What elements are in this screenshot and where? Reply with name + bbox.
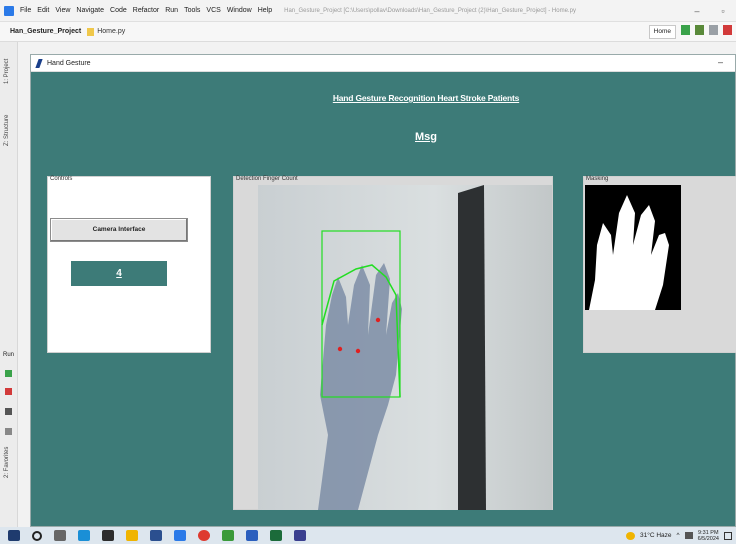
app-icon[interactable] — [270, 530, 282, 541]
pin-icon[interactable] — [5, 428, 12, 435]
clock[interactable]: 9:31 PM 6/5/2024 — [698, 530, 719, 542]
weather-icon — [626, 531, 635, 540]
windows-start-icon[interactable] — [8, 530, 20, 541]
stop-icon[interactable] — [5, 388, 12, 395]
window-minimize-button[interactable]: – — [718, 57, 723, 67]
breadcrumb-file[interactable]: Home.py — [97, 28, 125, 35]
stop-icon[interactable] — [723, 25, 732, 35]
ide-navbar: Han_Gesture_Project Home.py Home — [0, 22, 736, 42]
project-path: Han_Gesture_Project [C:\Users\pollav\Dow… — [284, 7, 576, 14]
menu-file[interactable]: File — [20, 7, 31, 14]
chevron-up-icon[interactable]: ^ — [677, 532, 680, 539]
file-explorer-icon[interactable] — [126, 530, 138, 541]
message-label: Msg — [415, 131, 437, 143]
chrome-icon[interactable] — [198, 530, 210, 541]
rerun-icon[interactable] — [5, 370, 12, 377]
debug-icon[interactable] — [695, 25, 704, 35]
camera-feed — [258, 185, 552, 510]
favorites-tab[interactable]: 2: Favorites — [4, 447, 10, 478]
detection-panel: Detection Finger Count — [233, 176, 553, 510]
run-config-select[interactable]: Home — [648, 25, 676, 39]
menu-edit[interactable]: Edit — [37, 7, 49, 14]
window-title: Hand Gesture — [47, 59, 91, 67]
minimize-icon[interactable]: – — [684, 0, 710, 22]
edge-icon[interactable] — [78, 530, 90, 541]
masking-panel: Masking — [583, 176, 736, 353]
app-heading: Hand Gesture Recognition Heart Stroke Pa… — [332, 93, 520, 103]
menu-window[interactable]: Window — [227, 7, 252, 14]
run-icon[interactable] — [681, 25, 690, 35]
coverage-icon[interactable] — [709, 25, 718, 35]
menu-run[interactable]: Run — [165, 7, 178, 14]
python-file-icon — [87, 27, 95, 36]
hand-gesture-window: Hand Gesture – Hand Gesture Recognition … — [30, 54, 736, 527]
clock-time: 9:31 PM — [698, 529, 719, 536]
breadcrumb-project[interactable]: Han_Gesture_Project — [10, 28, 81, 35]
system-tray: 31°C Haze ^ 9:31 PM 6/5/2024 — [626, 527, 736, 544]
window-titlebar: Hand Gesture – — [31, 55, 735, 72]
mask-image — [585, 185, 681, 310]
structure-tab[interactable]: Z: Structure — [4, 115, 10, 146]
maximize-icon[interactable]: ▫ — [710, 0, 736, 22]
clock-date: 6/5/2024 — [697, 535, 719, 542]
menu-refactor[interactable]: Refactor — [133, 7, 159, 14]
app-icon[interactable] — [150, 530, 162, 541]
tk-feather-icon — [35, 58, 43, 68]
word-icon[interactable] — [246, 530, 258, 541]
menu-tools[interactable]: Tools — [184, 7, 200, 14]
menu-vcs[interactable]: VCS — [206, 7, 220, 14]
pycharm-icon[interactable] — [294, 530, 306, 541]
search-icon[interactable] — [32, 530, 42, 541]
weather-text[interactable]: 31°C Haze — [640, 532, 672, 539]
task-view-icon[interactable] — [54, 530, 66, 541]
camera-interface-button[interactable]: Camera Interface — [50, 218, 188, 242]
windows-taskbar: 31°C Haze ^ 9:31 PM 6/5/2024 — [0, 527, 736, 544]
vscode-icon[interactable] — [174, 530, 186, 541]
notification-icon[interactable] — [724, 531, 732, 540]
ide-menubar: File Edit View Navigate Code Refactor Ru… — [0, 0, 736, 22]
masking-label: Masking — [586, 176, 609, 182]
menu-help[interactable]: Help — [258, 7, 272, 14]
run-tab[interactable]: Run — [3, 352, 14, 358]
controls-panel: Controls Camera Interface 4 — [47, 176, 211, 353]
ide-window-controls: – ▫ — [684, 0, 736, 22]
ide-left-toolstrip: 1: Project Z: Structure Run 2: Favorites — [0, 42, 18, 527]
store-icon[interactable] — [102, 530, 114, 541]
network-icon[interactable] — [684, 532, 693, 539]
project-tab[interactable]: 1: Project — [4, 59, 10, 84]
finger-count-display: 4 — [71, 261, 167, 286]
menu-code[interactable]: Code — [110, 7, 127, 14]
detection-label: Detection Finger Count — [236, 176, 298, 182]
layout-icon[interactable] — [5, 408, 12, 415]
pycharm-icon — [4, 5, 14, 16]
toolbar-icons — [681, 25, 732, 35]
app-icon[interactable] — [222, 530, 234, 541]
controls-label: Controls — [50, 176, 73, 182]
menu-navigate[interactable]: Navigate — [76, 7, 104, 14]
menu-view[interactable]: View — [55, 7, 70, 14]
